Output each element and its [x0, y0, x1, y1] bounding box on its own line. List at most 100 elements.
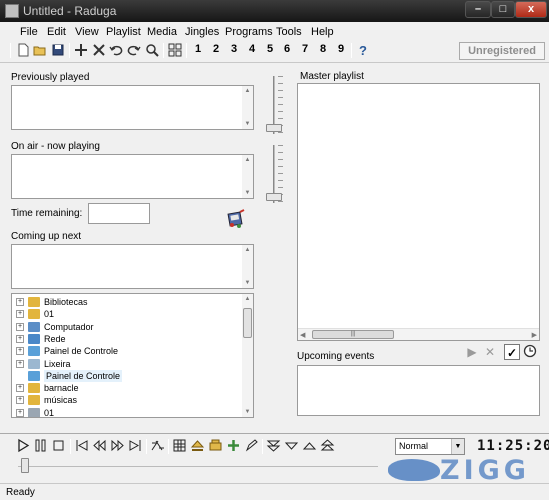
scroll-down-icon[interactable]: ▼ — [242, 407, 253, 417]
play-icon[interactable] — [15, 438, 30, 453]
jingle-machine-icon[interactable] — [225, 209, 247, 231]
file-browser-tree[interactable]: ▲ ▼ + Bibliotecas +01 + Computador + Rede + Pain… — [11, 293, 254, 418]
expand-icon[interactable]: + — [16, 396, 24, 405]
rewind-icon[interactable] — [92, 438, 107, 453]
move-top-icon[interactable] — [320, 438, 335, 453]
fader-thumb[interactable] — [266, 124, 282, 132]
scroll-up-icon[interactable]: ▲ — [242, 86, 253, 96]
next-track-icon[interactable] — [128, 438, 143, 453]
scroll-up-icon[interactable]: ▲ — [242, 245, 253, 255]
move-up-icon[interactable] — [302, 438, 317, 453]
menu-tools[interactable]: Tools — [276, 26, 302, 38]
redo-icon[interactable] — [126, 42, 142, 58]
scroll-thumb[interactable] — [243, 308, 252, 338]
fast-forward-icon[interactable] — [110, 438, 125, 453]
open-icon[interactable] — [32, 42, 48, 58]
previous-track-icon[interactable] — [74, 438, 89, 453]
master-playlist-list[interactable]: ◀ ||| ▶ — [297, 83, 540, 341]
fader-thumb[interactable] — [266, 193, 282, 201]
expand-icon[interactable]: + — [16, 334, 24, 343]
crossfade-icon[interactable] — [150, 438, 165, 453]
scroll-up-icon[interactable]: ▲ — [242, 294, 253, 304]
previous-volume-fader[interactable] — [264, 76, 284, 134]
on-air-volume-fader[interactable] — [264, 145, 284, 203]
registration-status[interactable]: Unregistered — [459, 42, 545, 60]
maximize-button[interactable]: □ — [491, 1, 515, 18]
tree-item-label: Painel de Controle — [44, 346, 119, 357]
jingle-grid-icon[interactable] — [167, 42, 183, 58]
jingle-8-button[interactable]: 8 — [316, 43, 330, 55]
jingle-3-button[interactable]: 3 — [227, 43, 241, 55]
menu-view[interactable]: View — [75, 26, 99, 38]
scroll-down-icon[interactable]: ▼ — [242, 119, 253, 129]
expand-icon[interactable]: + — [16, 408, 24, 417]
close-button[interactable]: x — [515, 1, 547, 18]
delete-event-icon[interactable]: ✕ — [482, 344, 498, 360]
cart-icon[interactable] — [208, 438, 223, 453]
tree-scrollbar[interactable]: ▲ ▼ — [242, 294, 253, 417]
play-mode-select[interactable]: Normal ▼ — [395, 438, 465, 455]
on-air-list[interactable]: ▲ ▼ — [11, 154, 254, 199]
play-event-icon[interactable]: ▶ — [464, 344, 480, 360]
scroll-left-icon[interactable]: ◀ — [300, 331, 305, 339]
delete-icon[interactable] — [91, 42, 107, 58]
pause-icon[interactable] — [33, 438, 48, 453]
find-icon[interactable] — [144, 42, 160, 58]
undo-icon[interactable] — [108, 42, 124, 58]
seek-bar-track[interactable] — [18, 466, 378, 467]
scroll-down-icon[interactable]: ▼ — [242, 278, 253, 288]
move-down-icon[interactable] — [284, 438, 299, 453]
expand-icon[interactable]: + — [16, 347, 24, 356]
menu-media[interactable]: Media — [147, 26, 177, 38]
seek-bar-thumb[interactable] — [21, 458, 29, 473]
master-playlist-hscroll[interactable]: ◀ ||| ▶ — [298, 328, 539, 340]
expand-icon[interactable]: + — [16, 322, 24, 331]
menu-programs[interactable]: Programs — [225, 26, 273, 38]
playlist-grid-icon[interactable] — [172, 438, 187, 453]
menu-playlist[interactable]: Playlist — [106, 26, 141, 38]
jingle-9-button[interactable]: 9 — [334, 43, 348, 55]
move-bottom-icon[interactable] — [266, 438, 281, 453]
menu-jingles[interactable]: Jingles — [185, 26, 219, 38]
jingle-5-button[interactable]: 5 — [263, 43, 277, 55]
eject-up-icon[interactable] — [190, 438, 205, 453]
clock-event-icon[interactable] — [522, 344, 538, 360]
expand-icon[interactable]: + — [16, 359, 24, 368]
jingle-7-button[interactable]: 7 — [298, 43, 312, 55]
expand-icon[interactable]: + — [16, 310, 24, 319]
upcoming-events-list[interactable] — [297, 365, 540, 416]
jingle-2-button[interactable]: 2 — [209, 43, 223, 55]
help-icon[interactable]: ? — [355, 42, 371, 58]
previously-played-label: Previously played — [11, 72, 90, 83]
app-icon[interactable] — [5, 4, 19, 18]
previously-played-list[interactable]: ▲ ▼ — [11, 85, 254, 130]
confirm-event-icon[interactable]: ✓ — [504, 344, 520, 360]
add-track-icon[interactable] — [226, 438, 241, 453]
expand-icon[interactable] — [16, 372, 24, 380]
scroll-down-icon[interactable]: ▼ — [242, 188, 253, 198]
chevron-down-icon[interactable]: ▼ — [451, 439, 464, 454]
scroll-up-icon[interactable]: ▲ — [242, 155, 253, 165]
jingle-4-button[interactable]: 4 — [245, 43, 259, 55]
scroll-right-icon[interactable]: ▶ — [532, 331, 537, 339]
jingle-1-button[interactable]: 1 — [191, 43, 205, 55]
on-air-scrollbar[interactable]: ▲ ▼ — [242, 155, 253, 198]
minimize-button[interactable]: – — [465, 1, 491, 18]
coming-up-next-scrollbar[interactable]: ▲ ▼ — [242, 245, 253, 288]
new-icon[interactable] — [15, 42, 31, 58]
coming-up-next-list[interactable]: ▲ ▼ — [11, 244, 254, 289]
stop-icon[interactable] — [51, 438, 66, 453]
menu-file[interactable]: File — [20, 26, 38, 38]
toolbar-divider — [0, 62, 549, 63]
menu-edit[interactable]: Edit — [47, 26, 66, 38]
edit-pencil-icon[interactable] — [244, 438, 259, 453]
expand-icon[interactable]: + — [16, 384, 24, 393]
menu-help[interactable]: Help — [311, 26, 334, 38]
title-bar[interactable]: Untitled - Raduga – □ x — [0, 0, 549, 22]
save-icon[interactable] — [50, 42, 66, 58]
expand-icon[interactable]: + — [16, 298, 24, 306]
previously-played-scrollbar[interactable]: ▲ ▼ — [242, 86, 253, 129]
add-icon[interactable] — [73, 42, 89, 58]
jingle-6-button[interactable]: 6 — [280, 43, 294, 55]
hscroll-thumb[interactable]: ||| — [312, 330, 394, 339]
